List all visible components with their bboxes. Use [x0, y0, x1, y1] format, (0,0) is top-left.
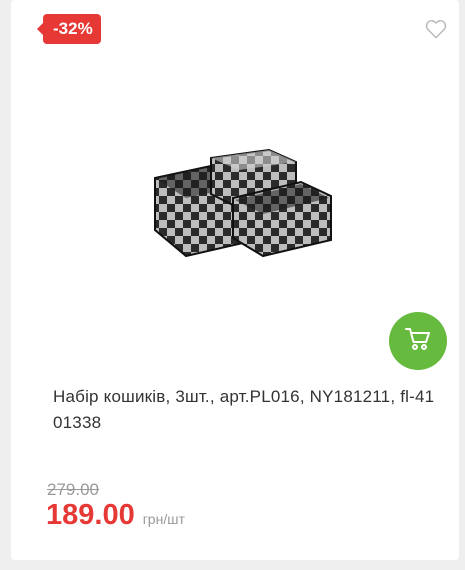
product-image[interactable]	[151, 148, 336, 258]
product-card[interactable]: -32% Набір кошиків, 3шт., арт.PL016, NY1…	[11, 0, 459, 560]
favorite-heart-icon[interactable]	[425, 19, 447, 39]
product-title[interactable]: Набір кошиків, 3шт., арт.PL016, NY181211…	[53, 384, 448, 436]
price-row: 189.00 грн/шт	[46, 499, 185, 532]
shopping-cart-icon	[405, 327, 431, 356]
price-unit: грн/шт	[142, 511, 185, 527]
add-to-cart-button[interactable]	[389, 312, 447, 370]
old-price: 279.00	[47, 480, 99, 499]
current-price: 189.00	[46, 499, 135, 531]
discount-badge: -32%	[37, 14, 101, 44]
